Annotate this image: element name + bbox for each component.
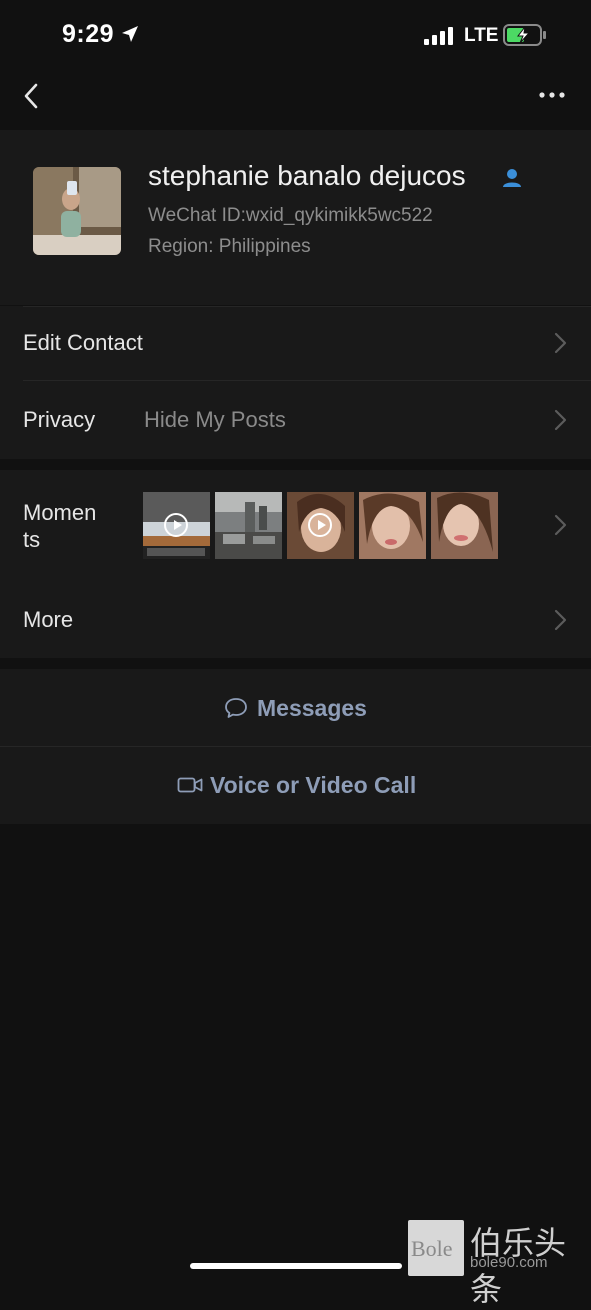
more-row[interactable] xyxy=(0,582,591,658)
signal-strength-icon xyxy=(424,27,453,45)
privacy-value: Hide My Posts xyxy=(144,407,286,432)
status-time: 9:29 xyxy=(62,20,115,48)
chevron-right-icon xyxy=(554,409,567,431)
voice-video-call-label: Voice or Video Call xyxy=(210,772,417,798)
chevron-right-icon xyxy=(554,609,567,631)
moments-thumbnail[interactable] xyxy=(359,492,426,559)
location-arrow-icon xyxy=(122,26,138,42)
play-icon xyxy=(308,513,332,537)
network-type: LTE xyxy=(464,25,499,46)
more-label: More xyxy=(23,607,74,632)
region: Region: Philippines xyxy=(148,236,311,257)
moments-thumbnail[interactable] xyxy=(431,492,498,559)
back-button[interactable] xyxy=(18,80,48,112)
watermark-url: bole90.com xyxy=(470,1254,548,1271)
more-options-button[interactable] xyxy=(536,85,568,105)
moments-thumbnail[interactable] xyxy=(287,492,354,559)
battery-charging-icon xyxy=(503,24,546,46)
edit-contact-label: Edit Contact xyxy=(23,330,143,355)
moments-thumbnail[interactable] xyxy=(215,492,282,559)
chat-bubble-icon xyxy=(225,698,247,718)
wechat-id: WeChat ID:wxid_qykimikk5wc522 xyxy=(148,205,433,226)
contact-name: stephanie banalo dejucos xyxy=(148,160,466,191)
watermark-brand: Bole xyxy=(411,1236,453,1261)
contact-badge-icon xyxy=(503,169,521,187)
messages-label: Messages xyxy=(257,695,367,721)
video-camera-icon xyxy=(177,777,203,793)
moments-thumbnail[interactable] xyxy=(143,492,210,559)
chevron-right-icon xyxy=(554,332,567,354)
privacy-label: Privacy xyxy=(23,407,96,432)
chevron-right-icon xyxy=(554,514,567,536)
moments-label: Momen ts xyxy=(23,500,97,552)
home-indicator[interactable] xyxy=(190,1263,402,1269)
play-icon xyxy=(164,513,188,537)
avatar[interactable] xyxy=(33,167,121,255)
